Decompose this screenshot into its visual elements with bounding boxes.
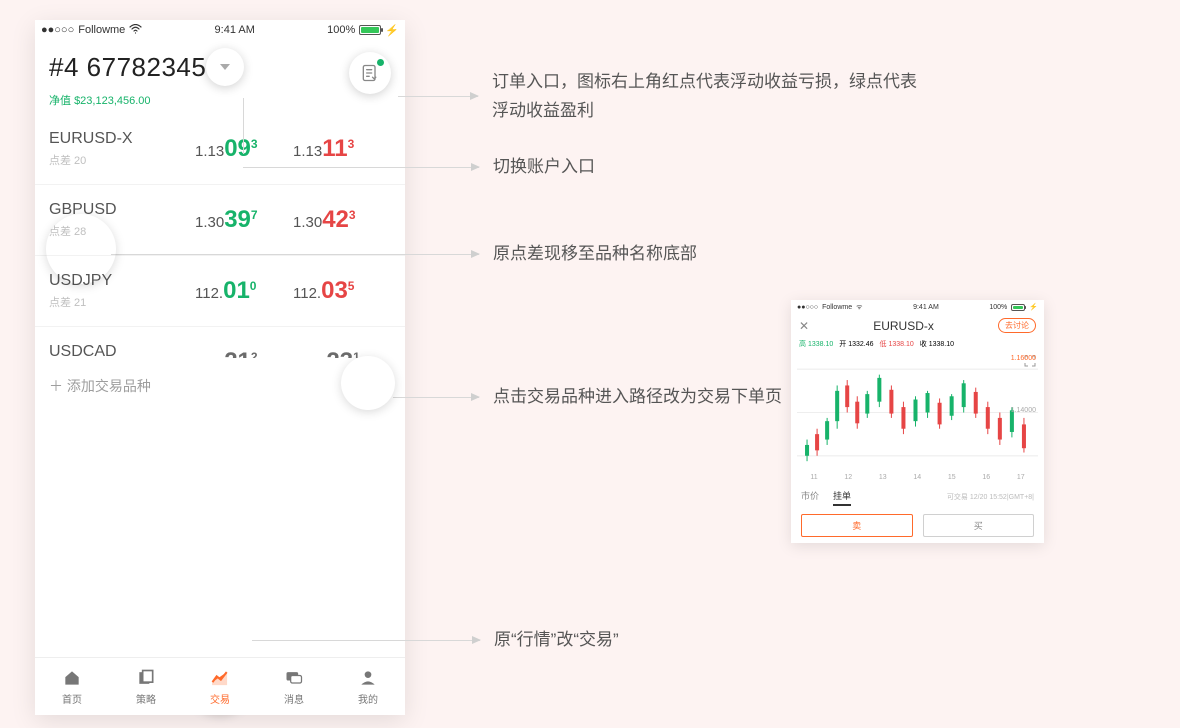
sub-price-row: 高 1338.10开 1332.46低 1338.10收 1338.10	[791, 337, 1044, 353]
tab-label: 我的	[358, 691, 378, 706]
header: #4 67782345 净值 $23,123,456.00	[35, 40, 405, 114]
highlight-circle-spread	[46, 214, 116, 284]
candlestick-chart	[797, 353, 1038, 472]
switch-account-button[interactable]	[206, 48, 244, 86]
signal-icon: ●●○○○	[797, 304, 818, 311]
signal-icon: ●●○○○	[41, 24, 74, 36]
battery-icon	[1011, 304, 1025, 311]
buy-button[interactable]: 买	[923, 514, 1035, 537]
clock-label: 9:41 AM	[215, 24, 255, 36]
wifi-icon: ᯤ	[856, 303, 862, 312]
charging-icon: ⚡	[385, 24, 399, 37]
battery-pct: 100%	[327, 24, 355, 36]
battery-icon	[359, 25, 381, 35]
charging-icon: ⚡	[1029, 303, 1038, 311]
bid-price: 112.010	[195, 277, 293, 305]
tab-profile[interactable]: 我的	[331, 658, 405, 715]
spread: 点差 20	[49, 152, 195, 168]
annotation-tab: 原“行情”改“交易”	[252, 626, 619, 655]
annotation-switch: 切换账户入口	[243, 153, 595, 182]
orders-icon	[360, 63, 380, 83]
chevron-down-icon	[220, 64, 230, 70]
ask-price: 1.30423	[293, 206, 391, 234]
tab-trade[interactable]: 交易	[183, 658, 257, 715]
connector-elbow	[243, 98, 244, 154]
carrier-label: Followme	[78, 24, 125, 36]
trade-meta: 可交易 12/20 15:52|GMT+8|	[947, 492, 1034, 502]
tab-label: 策略	[136, 691, 156, 706]
tab-messages[interactable]: 消息	[257, 658, 331, 715]
orders-button[interactable]	[349, 52, 391, 94]
bid-price: 1.30397	[195, 206, 293, 234]
status-bar: ●●○○○ Followme 9:41 AM 100% ⚡	[35, 20, 405, 40]
tab-market[interactable]: 市价	[801, 489, 819, 502]
annotation-orders: 订单入口，图标右上角红点代表浮动收益亏损，绿点代表浮动收益盈利	[398, 68, 922, 126]
close-button[interactable]: ✕	[799, 319, 809, 333]
tab-home[interactable]: 首页	[35, 658, 109, 715]
instrument-row[interactable]: USDCAD点差 231.332121.33.231	[35, 327, 405, 358]
spread: 点差 21	[49, 294, 195, 310]
tab-label: 交易	[210, 691, 230, 706]
net-value: 净值 $23,123,456.00	[49, 92, 244, 108]
symbol: USDCAD	[49, 343, 195, 358]
tab-label: 消息	[284, 691, 304, 706]
x-axis: 11121314151617	[791, 472, 1044, 483]
symbol: EURUSD-X	[49, 130, 195, 148]
annotation-tap-row: 点击交易品种进入路径改为交易下单页	[393, 383, 782, 412]
highlight-circle-price	[341, 356, 395, 410]
sub-title: EURUSD-x	[873, 319, 934, 333]
tab-bar: 首页 策略 交易 消息 我的	[35, 657, 405, 715]
bid-price: 1.33212	[195, 348, 293, 358]
discuss-button[interactable]: 去讨论	[998, 318, 1036, 333]
ask-price: 112.035	[293, 277, 391, 305]
sell-button[interactable]: 卖	[801, 514, 913, 537]
ask-price: 1.33.231	[293, 348, 391, 358]
tab-strategy[interactable]: 策略	[109, 658, 183, 715]
wifi-icon	[129, 24, 142, 37]
chart-area[interactable]: 1.16000 1.14000	[797, 353, 1038, 472]
phone-sub: ●●○○○ Followme ᯤ 9:41 AM 100% ⚡ ✕ EURUSD…	[791, 300, 1044, 543]
tab-label: 首页	[62, 691, 82, 706]
account-number: #4 67782345	[49, 52, 206, 83]
order-type-tabs: 市价 挂单 可交易 12/20 15:52|GMT+8|	[791, 483, 1044, 508]
tab-pending[interactable]: 挂单	[833, 489, 851, 506]
annotation-spread: 原点差现移至品种名称底部	[111, 240, 697, 269]
status-dot	[377, 59, 384, 66]
